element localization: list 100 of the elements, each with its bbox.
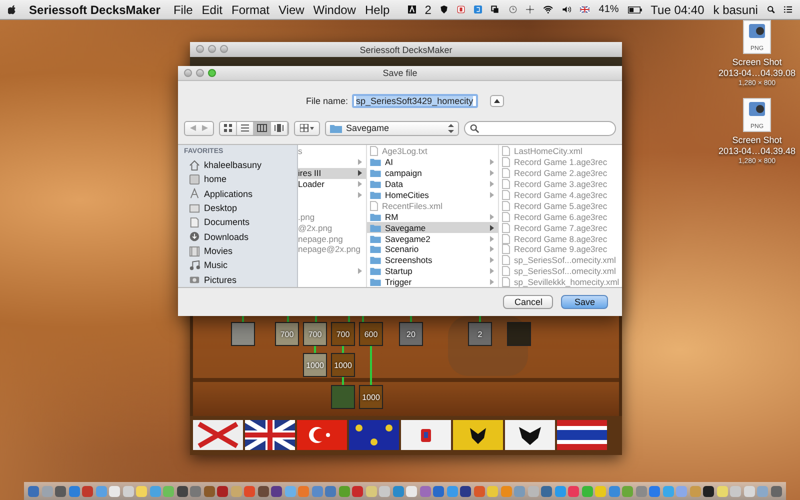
file-row[interactable]: Record Game 1.age3rec: [499, 156, 622, 168]
clock-text[interactable]: Tue 04:40: [650, 2, 704, 16]
app-icon[interactable]: [460, 486, 471, 496]
file-row[interactable]: Screenshots: [367, 254, 498, 266]
sidebar-item[interactable]: Desktop: [184, 200, 297, 216]
file-row[interactable]: Savegame: [367, 222, 498, 234]
location-popup[interactable]: Savegame: [325, 120, 459, 136]
move-icon[interactable]: [526, 4, 534, 15]
sidebar-item[interactable]: Music: [184, 258, 297, 273]
file-row[interactable]: Scenario: [367, 244, 498, 255]
file-row[interactable]: s: [298, 146, 366, 157]
file-row[interactable]: Record Game 4.age3rec: [499, 190, 622, 200]
menu-item[interactable]: Help: [364, 2, 390, 16]
arrange-button[interactable]: [294, 120, 320, 136]
adobe-icon[interactable]: [408, 4, 416, 15]
save-button[interactable]: Save: [561, 295, 608, 309]
menu-item[interactable]: Edit: [202, 2, 222, 16]
menu-item[interactable]: Format: [231, 2, 270, 16]
copy-icon[interactable]: [491, 4, 500, 15]
user-name[interactable]: k basuni: [713, 2, 758, 16]
app-icon[interactable]: [176, 486, 188, 496]
flag-icon[interactable]: [349, 420, 399, 450]
sidebar-item[interactable]: Pictures: [184, 272, 297, 287]
card-tile[interactable]: [507, 322, 531, 346]
file-row[interactable]: Record Game 9.age3rec: [499, 244, 622, 255]
file-row[interactable]: Trigger: [367, 276, 498, 287]
menu-icon[interactable]: [784, 4, 792, 15]
file-row[interactable]: .png: [298, 211, 366, 222]
file-row[interactable]: ires III: [298, 168, 366, 179]
file-name-field[interactable]: sp_SeriesSoft3429_homecity: [352, 94, 478, 108]
flag-icon[interactable]: [580, 5, 590, 14]
volume-icon[interactable]: [562, 4, 572, 15]
back-forward-control[interactable]: [184, 120, 214, 136]
sidebar-item[interactable]: Movies: [184, 244, 297, 258]
shield-icon[interactable]: [440, 4, 448, 15]
card-tile[interactable]: 20: [399, 322, 423, 346]
file-row[interactable]: Record Game 2.age3rec: [499, 168, 622, 179]
app-icon[interactable]: [703, 486, 714, 496]
dropbox-icon[interactable]: [474, 4, 482, 15]
file-row[interactable]: Record Game 8.age3rec: [499, 233, 622, 244]
view-mode-control[interactable]: [219, 120, 289, 136]
file-row[interactable]: nepage@2x.png: [298, 244, 366, 255]
sidebar-item[interactable]: Documents: [184, 215, 297, 230]
card-tile[interactable]: 2: [468, 322, 492, 346]
file-row[interactable]: Record Game 5.age3rec: [499, 200, 622, 212]
flag-icon[interactable]: [557, 420, 607, 450]
wifi-icon[interactable]: [542, 4, 553, 15]
file-row[interactable]: Age3Log.txt: [367, 146, 498, 157]
expand-button[interactable]: [490, 95, 504, 107]
clock-icon[interactable]: [508, 4, 517, 15]
file-row[interactable]: RecentFiles.xml: [367, 200, 498, 212]
cancel-button[interactable]: Cancel: [503, 295, 554, 309]
tile-count: 700: [308, 330, 322, 338]
file-row[interactable]: sp_SeriesSof...omecity.xml: [499, 254, 622, 266]
file-row[interactable]: Loader: [298, 178, 366, 190]
folder-icon: [370, 169, 381, 178]
app-icon[interactable]: [271, 486, 282, 496]
zoom-button[interactable]: [208, 69, 216, 77]
sidebar-item[interactable]: Downloads: [184, 230, 297, 244]
game-icon[interactable]: [457, 4, 466, 15]
sidebar-item[interactable]: khaleelbasuny: [184, 158, 297, 172]
file-row[interactable]: Startup: [367, 266, 498, 277]
card-tile[interactable]: [231, 322, 255, 346]
app-icon[interactable]: [258, 486, 268, 496]
file-row[interactable]: Record Game 3.age3rec: [499, 178, 622, 190]
file-row[interactable]: Record Game 6.age3rec: [499, 211, 622, 222]
minimize-button[interactable]: [196, 69, 204, 77]
sidebar-item[interactable]: Applications: [184, 186, 297, 201]
app-menu[interactable]: Seriessoft DecksMaker: [29, 2, 160, 16]
file-row[interactable]: HomeCities: [367, 190, 498, 200]
menu-item[interactable]: View: [278, 2, 304, 16]
card-tile[interactable]: [331, 385, 355, 409]
battery-icon[interactable]: [628, 4, 642, 14]
file-row[interactable]: RM: [367, 211, 498, 222]
search-icon[interactable]: [766, 4, 775, 15]
apple-logo-icon[interactable]: [8, 3, 16, 16]
connector-line: [370, 346, 372, 385]
close-button[interactable]: [184, 69, 192, 77]
search-field[interactable]: [464, 120, 616, 136]
flag-icon[interactable]: [245, 420, 295, 450]
file-row[interactable]: nepage.png: [298, 233, 366, 244]
flag-icon[interactable]: [453, 420, 503, 450]
menu-item[interactable]: Window: [313, 2, 356, 16]
card-tile[interactable]: 1000: [359, 385, 383, 409]
card-tile[interactable]: 600: [359, 322, 383, 346]
menu-item[interactable]: File: [173, 2, 193, 16]
file-row[interactable]: AI: [367, 156, 498, 168]
flag-icon[interactable]: [505, 420, 555, 450]
file-row[interactable]: sp_SeriesSof...omecity.xml: [499, 266, 622, 277]
card-tile[interactable]: 700: [331, 322, 355, 346]
file-row[interactable]: @2x.png: [298, 222, 366, 234]
file-row[interactable]: Record Game 7.age3rec: [499, 222, 622, 234]
view-mode-button[interactable]: [254, 122, 271, 134]
sidebar-item[interactable]: home: [184, 172, 297, 187]
file-row[interactable]: LastHomeCity.xml: [499, 146, 622, 157]
card-tile[interactable]: 1000: [331, 353, 355, 377]
file-row[interactable]: Savegame2: [367, 233, 498, 244]
file-row[interactable]: sp_Sevillekkk_homecity.xml: [499, 276, 622, 287]
file-row[interactable]: campaign: [367, 168, 498, 179]
file-row[interactable]: Data: [367, 178, 498, 190]
